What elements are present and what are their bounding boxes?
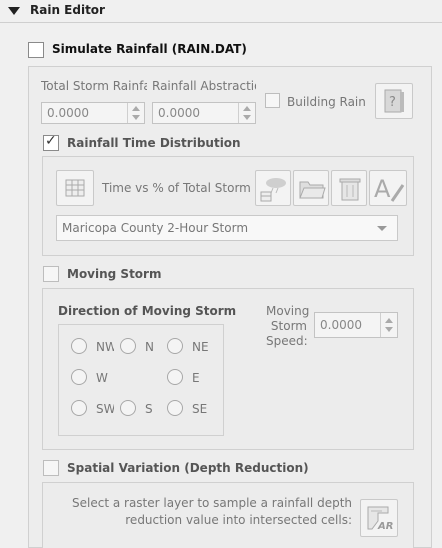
speed-label-speed: Speed: xyxy=(266,334,308,348)
building-rain-label: Building Rain xyxy=(287,95,366,109)
spatial-variation-checkbox[interactable] xyxy=(43,460,59,476)
svg-text:A: A xyxy=(374,175,391,203)
spin-arrows[interactable] xyxy=(380,313,397,337)
delete-button[interactable] xyxy=(331,170,367,206)
spin-up-icon[interactable] xyxy=(243,106,251,111)
table-label: Time vs % of Total Storm xyxy=(102,181,251,195)
storm-distribution-select[interactable]: Maricopa County 2-Hour Storm xyxy=(56,215,398,241)
storm-distribution-value: Maricopa County 2-Hour Storm xyxy=(62,221,249,235)
abstraction-spinbox[interactable]: 0.0000 xyxy=(152,102,256,124)
spin-down-icon[interactable] xyxy=(132,115,140,120)
help-button[interactable]: ? xyxy=(375,83,413,119)
panel-title: Rain Editor xyxy=(30,3,105,17)
direction-s-radio[interactable] xyxy=(120,400,136,416)
direction-nw-label: NW xyxy=(96,340,114,354)
total-storm-spinbox[interactable]: 0.0000 xyxy=(41,102,145,124)
spin-up-icon[interactable] xyxy=(385,318,393,323)
direction-ne-label: NE xyxy=(192,340,209,354)
spin-down-icon[interactable] xyxy=(385,327,393,332)
direction-e-label: E xyxy=(192,371,200,385)
simulate-rainfall-label: Simulate Rainfall (RAIN.DAT) xyxy=(52,42,247,56)
open-folder-button[interactable] xyxy=(293,170,329,206)
svg-text:?: ? xyxy=(389,95,396,110)
table-icon xyxy=(65,179,85,197)
simulate-rainfall-checkbox[interactable] xyxy=(28,42,44,58)
area-reduction-button[interactable]: AR xyxy=(360,499,398,537)
rain-editor-header[interactable]: Rain Editor xyxy=(0,0,442,23)
direction-ne-radio[interactable] xyxy=(167,338,183,354)
table-button[interactable] xyxy=(56,170,94,206)
building-rain-checkbox[interactable] xyxy=(265,93,280,108)
rain-cloud-icon xyxy=(260,178,286,202)
speed-label-moving: Moving xyxy=(266,304,310,318)
chevron-down-icon xyxy=(377,226,387,231)
moving-storm-checkbox[interactable] xyxy=(43,266,59,282)
collapse-triangle-icon[interactable] xyxy=(8,7,20,15)
direction-se-label: SE xyxy=(192,402,208,416)
total-storm-label: Total Storm Rainfa xyxy=(41,79,147,93)
help-icon: ? xyxy=(384,89,404,113)
storm-speed-value: 0.0000 xyxy=(320,318,362,332)
folder-icon xyxy=(299,181,326,199)
rename-button[interactable]: A xyxy=(369,170,407,206)
spatial-desc-line2: reduction value into intersected cells: xyxy=(125,513,352,527)
direction-title: Direction of Moving Storm xyxy=(58,304,237,318)
direction-n-label: N xyxy=(145,340,154,354)
abstraction-value: 0.0000 xyxy=(158,106,200,120)
spin-up-icon[interactable] xyxy=(132,106,140,111)
rain-cloud-button[interactable] xyxy=(255,170,291,206)
moving-storm-label: Moving Storm xyxy=(67,267,162,281)
direction-w-label: W xyxy=(96,371,108,385)
total-storm-value: 0.0000 xyxy=(47,106,89,120)
direction-n-radio[interactable] xyxy=(120,338,136,354)
time-distribution-checkbox[interactable] xyxy=(43,133,59,151)
direction-e-radio[interactable] xyxy=(167,369,183,385)
spin-down-icon[interactable] xyxy=(243,115,251,120)
speed-label-storm: Storm xyxy=(270,319,307,333)
time-distribution-label: Rainfall Time Distribution xyxy=(67,136,241,150)
spatial-desc-line1: Select a raster layer to sample a rainfa… xyxy=(72,496,352,510)
storm-speed-spinbox[interactable]: 0.0000 xyxy=(314,312,398,338)
direction-sw-radio[interactable] xyxy=(71,400,87,416)
direction-w-radio[interactable] xyxy=(71,369,87,385)
direction-sw-label: SW xyxy=(96,402,114,416)
direction-se-radio[interactable] xyxy=(167,400,183,416)
direction-nw-radio[interactable] xyxy=(71,338,87,354)
spatial-variation-label: Spatial Variation (Depth Reduction) xyxy=(67,461,309,475)
abstraction-label: Rainfall Abstractior xyxy=(152,79,256,93)
area-reduction-icon-text: AR xyxy=(378,521,394,532)
rename-text-icon: A xyxy=(374,175,405,203)
trash-icon xyxy=(339,178,361,201)
direction-s-label: S xyxy=(145,402,153,416)
